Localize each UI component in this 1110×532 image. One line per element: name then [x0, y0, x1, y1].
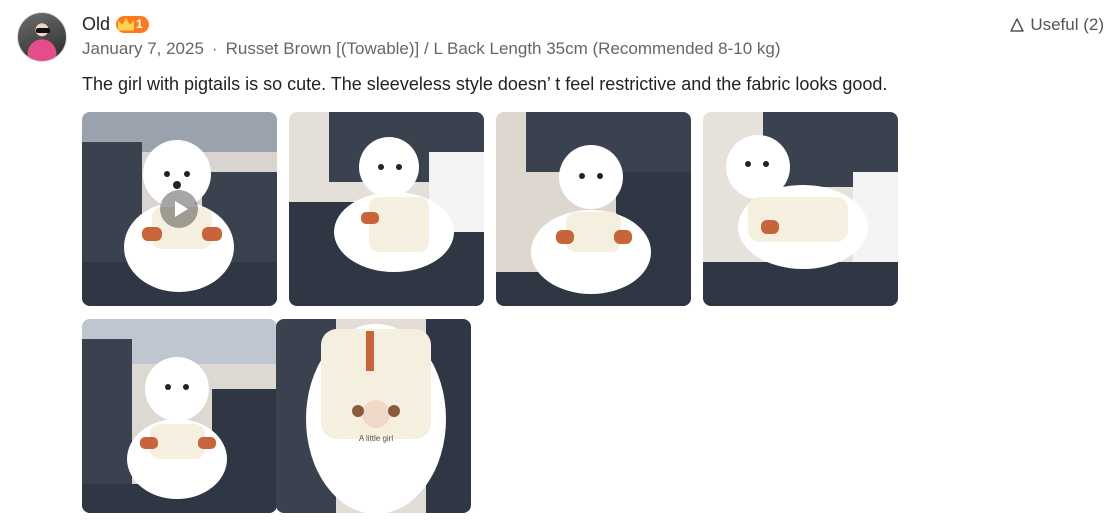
play-icon	[174, 201, 188, 217]
review-header: Old 1	[82, 13, 149, 35]
review-photo-3[interactable]	[496, 112, 691, 306]
review-photo-5[interactable]	[82, 319, 277, 513]
dog-photo-image: A little girl	[276, 319, 471, 513]
dog-photo-image	[289, 112, 484, 306]
dog-photo-image	[703, 112, 898, 306]
username[interactable]: Old	[82, 14, 110, 35]
avatar-glasses	[36, 28, 50, 33]
product-variant: Russet Brown [(Towable)] / L Back Length…	[225, 39, 781, 58]
shirt-print-text: A little girl	[359, 434, 393, 443]
meta-separator: ·	[211, 39, 218, 58]
level-badge: 1	[116, 15, 149, 33]
avatar[interactable]	[17, 12, 67, 62]
review-video-thumbnail[interactable]	[82, 112, 277, 306]
dog-photo-image	[82, 319, 277, 513]
crown-icon	[118, 17, 135, 31]
review-date: January 7, 2025	[82, 39, 204, 58]
review-photo-4[interactable]	[703, 112, 898, 306]
review-photo-6[interactable]: A little girl	[276, 319, 471, 513]
useful-label: Useful (2)	[1030, 15, 1104, 34]
level-number: 1	[136, 17, 143, 31]
thumb-up-outline-icon	[1010, 18, 1025, 32]
name-row: Old 1	[82, 13, 149, 35]
useful-button[interactable]: Useful (2)	[1008, 15, 1104, 35]
play-button[interactable]	[160, 190, 198, 228]
review-text: The girl with pigtails is so cute. The s…	[82, 74, 888, 94]
dog-photo-image	[496, 112, 691, 306]
review-meta: January 7, 2025 · Russet Brown [(Towable)]…	[82, 39, 781, 59]
review-photo-2[interactable]	[289, 112, 484, 306]
